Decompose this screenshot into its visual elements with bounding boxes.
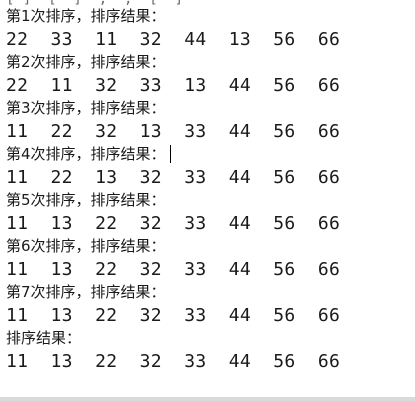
pass-values: 11 13 22 32 33 44 56 66 <box>6 305 341 326</box>
bottom-border <box>0 397 415 401</box>
text-cursor <box>169 144 171 163</box>
partial-top-text: [ ] [ ] , , [ ] <box>6 0 183 7</box>
pass-label: 第7次排序，排序结果： <box>6 283 166 301</box>
pass-7: 第7次排序，排序结果： 11 13 22 32 33 44 56 66 <box>0 283 415 329</box>
pass-values: 11 13 22 32 33 44 56 66 <box>6 259 341 280</box>
pass-5: 第5次排序，排序结果： 11 13 22 32 33 44 56 66 <box>0 191 415 237</box>
pass-label: 第6次排序，排序结果： <box>6 237 166 255</box>
pass-values: 11 13 22 32 33 44 56 66 <box>6 213 341 234</box>
pass-values: 22 11 32 33 13 44 56 66 <box>6 75 341 96</box>
pass-6: 第6次排序，排序结果： 11 13 22 32 33 44 56 66 <box>0 237 415 283</box>
pass-1: 第1次排序，排序结果： 22 33 11 32 44 13 56 66 <box>0 7 415 53</box>
pass-label: 第4次排序，排序结果： <box>6 145 166 163</box>
pass-values: 11 22 13 32 33 44 56 66 <box>6 167 341 188</box>
pass-label: 第3次排序，排序结果： <box>6 99 166 117</box>
console-output[interactable]: [ ] [ ] , , [ ] 第1次排序，排序结果： 22 33 11 32 … <box>0 0 415 401</box>
final-label: 排序结果： <box>6 329 82 347</box>
pass-4: 第4次排序，排序结果： 11 22 13 32 33 44 56 66 <box>0 144 415 191</box>
final-result: 排序结果： 11 13 22 32 33 44 56 66 <box>0 329 415 375</box>
pass-label-line: 第4次排序，排序结果： <box>6 144 415 163</box>
pass-label: 第1次排序，排序结果： <box>6 7 166 25</box>
pass-values: 11 22 32 13 33 44 56 66 <box>6 121 341 142</box>
partial-top-line: [ ] [ ] , , [ ] <box>0 0 415 7</box>
final-values: 11 13 22 32 33 44 56 66 <box>6 351 341 372</box>
pass-label: 第5次排序，排序结果： <box>6 191 166 209</box>
pass-2: 第2次排序，排序结果： 22 11 32 33 13 44 56 66 <box>0 53 415 99</box>
pass-3: 第3次排序，排序结果： 11 22 32 13 33 44 56 66 <box>0 99 415 145</box>
pass-values: 22 33 11 32 44 13 56 66 <box>6 29 341 50</box>
pass-label: 第2次排序，排序结果： <box>6 53 166 71</box>
